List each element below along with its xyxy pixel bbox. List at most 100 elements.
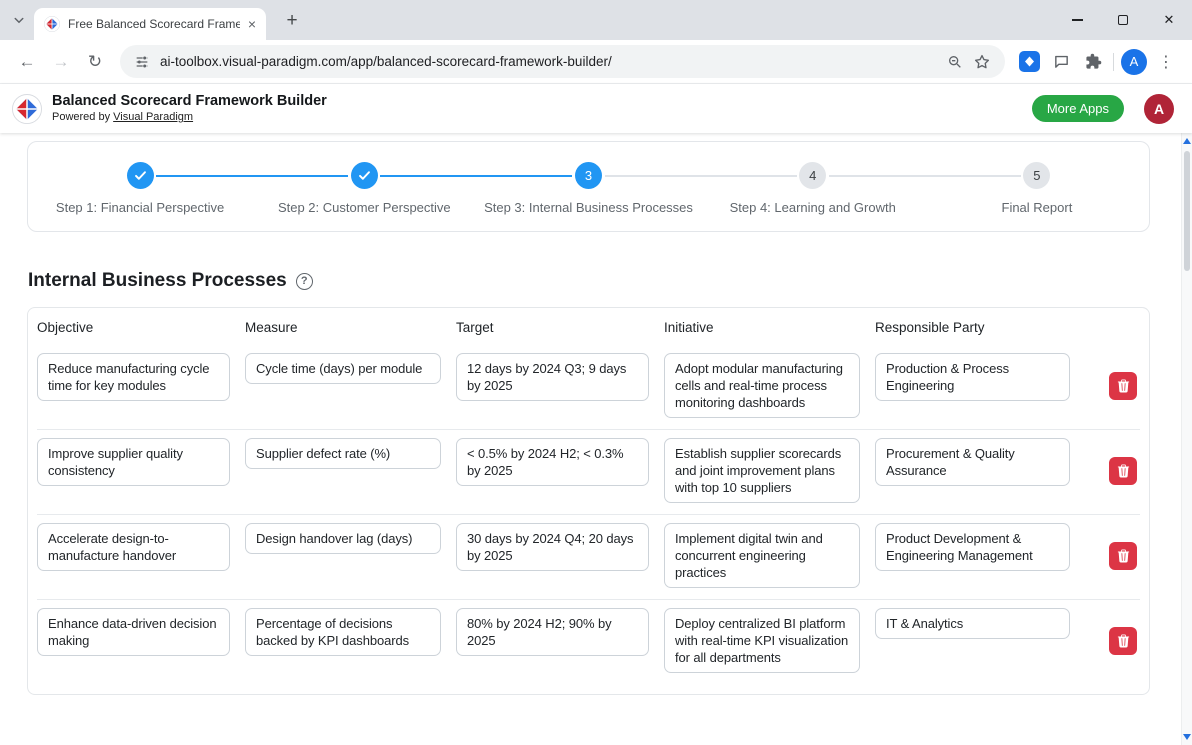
table-row: Improve supplier quality consistency Sup…	[37, 429, 1140, 514]
table-header: Objective Measure Target Initiative Resp…	[37, 308, 1140, 345]
stepper-step-financial[interactable]: Step 1: Financial Perspective	[28, 162, 252, 215]
initiative-cell[interactable]: Deploy centralized BI platform with real…	[664, 608, 860, 673]
close-window-button[interactable]: ✕	[1146, 0, 1192, 40]
column-header-target: Target	[456, 320, 649, 335]
responsible-party-cell[interactable]: IT & Analytics	[875, 608, 1070, 639]
stepper-step-final-report[interactable]: 5 Final Report	[925, 162, 1149, 215]
browser-menu-icon[interactable]: ⋮	[1150, 46, 1182, 78]
column-header-objective: Objective	[37, 320, 230, 335]
step-label: Final Report	[1002, 200, 1073, 215]
step-label: Step 4: Learning and Growth	[730, 200, 896, 215]
minimize-icon	[1072, 19, 1083, 21]
trash-icon	[1117, 549, 1130, 563]
trash-icon	[1117, 634, 1130, 648]
scroll-down-icon[interactable]	[1183, 734, 1191, 740]
column-header-responsible-party: Responsible Party	[875, 320, 1070, 335]
browser-profile-avatar[interactable]: A	[1118, 46, 1150, 78]
step-label: Step 2: Customer Perspective	[278, 200, 451, 215]
step-complete-check-icon	[351, 162, 378, 189]
responsible-party-cell[interactable]: Procurement & Quality Assurance	[875, 438, 1070, 486]
measure-cell[interactable]: Cycle time (days) per module	[245, 353, 441, 384]
step-label: Step 3: Internal Business Processes	[484, 200, 693, 215]
window-controls: ✕	[1054, 0, 1192, 40]
minimize-button[interactable]	[1054, 0, 1100, 40]
measure-cell[interactable]: Design handover lag (days)	[245, 523, 441, 554]
target-cell[interactable]: 30 days by 2024 Q4; 20 days by 2025	[456, 523, 649, 571]
browser-toolbar: ← → ↻ ai-toolbox.visual-paradigm.com/app…	[0, 40, 1192, 84]
target-cell[interactable]: 12 days by 2024 Q3; 9 days by 2025	[456, 353, 649, 401]
chevron-down-icon[interactable]	[10, 11, 28, 29]
step-complete-check-icon	[127, 162, 154, 189]
processes-table: Objective Measure Target Initiative Resp…	[27, 307, 1150, 695]
step-number: 4	[799, 162, 826, 189]
section-header: Internal Business Processes ?	[28, 270, 1150, 292]
stepper-step-learning-growth[interactable]: 4 Step 4: Learning and Growth	[701, 162, 925, 215]
stepper: Step 1: Financial Perspective Step 2: Cu…	[27, 141, 1150, 232]
responsible-party-cell[interactable]: Product Development & Engineering Manage…	[875, 523, 1070, 571]
bookmark-star-icon[interactable]	[973, 53, 991, 71]
column-header-initiative: Initiative	[664, 320, 860, 335]
objective-cell[interactable]: Reduce manufacturing cycle time for key …	[37, 353, 230, 401]
tab-title: Free Balanced Scorecard Frame	[68, 17, 240, 31]
delete-row-button[interactable]	[1109, 627, 1137, 655]
step-label: Step 1: Financial Perspective	[56, 200, 224, 215]
scroll-up-icon[interactable]	[1183, 138, 1191, 144]
browser-tab[interactable]: Free Balanced Scorecard Frame ×	[34, 8, 266, 40]
measure-cell[interactable]: Percentage of decisions backed by KPI da…	[245, 608, 441, 656]
tab-favicon-icon	[44, 16, 60, 32]
tab-strip: Free Balanced Scorecard Frame × + ✕	[0, 0, 1192, 40]
initiative-cell[interactable]: Adopt modular manufacturing cells and re…	[664, 353, 860, 418]
visual-paradigm-link[interactable]: Visual Paradigm	[113, 111, 193, 123]
page-title: Internal Business Processes	[28, 270, 287, 292]
table-row: Reduce manufacturing cycle time for key …	[37, 345, 1140, 429]
app-header: Balanced Scorecard Framework Builder Pow…	[0, 84, 1192, 133]
target-cell[interactable]: < 0.5% by 2024 H2; < 0.3% by 2025	[456, 438, 649, 486]
new-tab-button[interactable]: +	[280, 9, 304, 33]
user-avatar[interactable]: A	[1144, 94, 1174, 124]
maximize-icon	[1118, 15, 1128, 25]
extension-shortcut-icon[interactable]	[1013, 46, 1045, 78]
reload-icon[interactable]: ↻	[78, 45, 112, 79]
measure-cell[interactable]: Supplier defect rate (%)	[245, 438, 441, 469]
objective-cell[interactable]: Enhance data-driven decision making	[37, 608, 230, 656]
address-bar[interactable]: ai-toolbox.visual-paradigm.com/app/balan…	[120, 45, 1005, 78]
step-number: 3	[575, 162, 602, 189]
stepper-step-customer[interactable]: Step 2: Customer Perspective	[252, 162, 476, 215]
chat-bubble-icon[interactable]	[1045, 46, 1077, 78]
step-number: 5	[1023, 162, 1050, 189]
delete-row-button[interactable]	[1109, 542, 1137, 570]
initiative-cell[interactable]: Implement digital twin and concurrent en…	[664, 523, 860, 588]
forward-icon[interactable]: →	[44, 45, 78, 79]
site-settings-icon[interactable]	[134, 54, 150, 70]
delete-row-button[interactable]	[1109, 457, 1137, 485]
maximize-button[interactable]	[1100, 0, 1146, 40]
page-scrollbar[interactable]	[1181, 133, 1192, 745]
responsible-party-cell[interactable]: Production & Process Engineering	[875, 353, 1070, 401]
zoom-icon[interactable]	[947, 54, 963, 70]
trash-icon	[1117, 379, 1130, 393]
initiative-cell[interactable]: Establish supplier scorecards and joint …	[664, 438, 860, 503]
more-apps-button[interactable]: More Apps	[1032, 95, 1124, 122]
help-icon[interactable]: ?	[296, 273, 313, 290]
extensions-puzzle-icon[interactable]	[1077, 46, 1109, 78]
stepper-step-internal-processes[interactable]: 3 Step 3: Internal Business Processes	[476, 162, 700, 215]
visual-paradigm-logo	[12, 94, 42, 124]
tab-close-icon[interactable]: ×	[248, 17, 256, 31]
browser-window: Free Balanced Scorecard Frame × + ✕ ← → …	[0, 0, 1192, 745]
scrollbar-thumb[interactable]	[1184, 151, 1190, 271]
objective-cell[interactable]: Accelerate design-to-manufacture handove…	[37, 523, 230, 571]
objective-cell[interactable]: Improve supplier quality consistency	[37, 438, 230, 486]
app-titles: Balanced Scorecard Framework Builder Pow…	[52, 93, 327, 125]
table-row: Enhance data-driven decision making Perc…	[37, 599, 1140, 684]
toolbar-divider	[1113, 53, 1114, 71]
column-header-measure: Measure	[245, 320, 441, 335]
delete-row-button[interactable]	[1109, 372, 1137, 400]
back-icon[interactable]: ←	[10, 45, 44, 79]
url-text[interactable]: ai-toolbox.visual-paradigm.com/app/balan…	[160, 54, 937, 69]
powered-by: Powered by Visual Paradigm	[52, 111, 327, 124]
page-content: Step 1: Financial Perspective Step 2: Cu…	[0, 141, 1192, 745]
target-cell[interactable]: 80% by 2024 H2; 90% by 2025	[456, 608, 649, 656]
trash-icon	[1117, 464, 1130, 478]
table-row: Accelerate design-to-manufacture handove…	[37, 514, 1140, 599]
app-title: Balanced Scorecard Framework Builder	[52, 93, 327, 110]
